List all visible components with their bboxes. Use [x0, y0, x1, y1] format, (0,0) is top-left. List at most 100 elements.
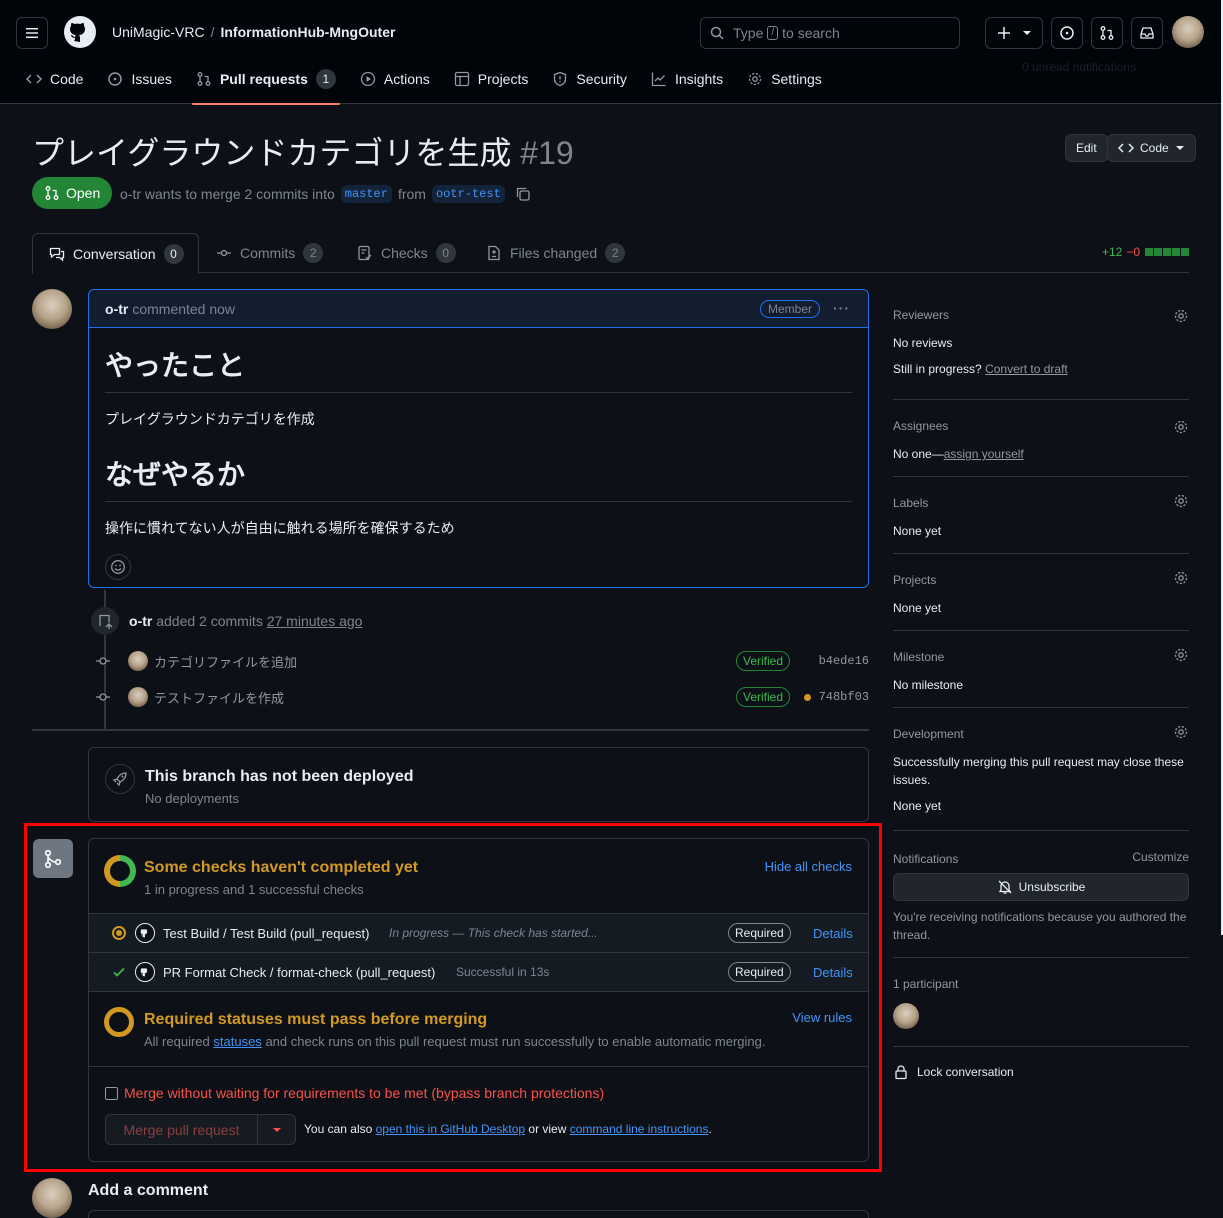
sidebar-notification-reason: You're receiving notifications because y…	[893, 908, 1189, 958]
code-dropdown-button[interactable]: Code	[1107, 134, 1196, 162]
table-icon	[454, 71, 469, 87]
sidebar-development: Development Successfully merging this pu…	[893, 719, 1189, 831]
gear-icon[interactable]	[1173, 493, 1189, 509]
gear-icon[interactable]	[1173, 308, 1189, 324]
member-badge: Member	[759, 300, 820, 318]
sidebar-assignees-heading[interactable]: Assignees	[893, 419, 1189, 433]
unsubscribe-button[interactable]: Unsubscribe	[893, 873, 1189, 901]
commit-dot-icon	[96, 654, 110, 668]
diffstat: +12 −0	[1102, 245, 1189, 259]
github-logo-icon[interactable]	[64, 16, 96, 48]
commit-message[interactable]: カテゴリファイルを追加	[154, 652, 297, 671]
tab-checks[interactable]: Checks 0	[357, 233, 456, 273]
gear-icon[interactable]	[1173, 724, 1189, 740]
customize-link[interactable]: Customize	[1132, 850, 1189, 864]
nav-tab-actions[interactable]: Actions	[350, 66, 440, 104]
menu-button[interactable]	[16, 17, 48, 49]
sidebar-notifications-header: Notifications Customize	[893, 850, 1189, 866]
tab-conversation[interactable]: Conversation 0	[32, 233, 199, 274]
commits-event-action: added 2 commits	[156, 613, 263, 629]
gear-icon[interactable]	[1173, 419, 1189, 435]
issue-icon	[1060, 26, 1074, 40]
gear-icon[interactable]	[1173, 570, 1189, 586]
triangle-down-icon	[1175, 146, 1184, 150]
assign-yourself-link[interactable]: assign yourself	[944, 447, 1024, 461]
sidebar-labels-heading[interactable]: Labels	[893, 496, 1189, 510]
sidebar-reviewers-value: No reviews	[893, 336, 953, 350]
comment-options-button[interactable]: ···	[833, 300, 850, 316]
copy-icon[interactable]	[515, 186, 531, 202]
nav-tab-code[interactable]: Code	[16, 66, 93, 104]
pr-meta-from: from	[397, 186, 426, 202]
pr-author-link[interactable]: o-tr	[120, 186, 141, 202]
nav-tab-issues[interactable]: Issues	[97, 66, 181, 104]
code-icon	[26, 74, 42, 84]
nav-tab-projects[interactable]: Projects	[444, 66, 539, 104]
tab-checks-count: 0	[435, 243, 456, 263]
user-avatar[interactable]	[1172, 16, 1204, 48]
pending-status-dot-icon[interactable]	[804, 693, 811, 701]
repo-push-icon	[91, 607, 119, 635]
pull-requests-header-button[interactable]	[1091, 17, 1123, 49]
state-label: Open	[66, 185, 101, 201]
commits-event: o-tr added 2 commits 27 minutes ago	[91, 607, 362, 635]
graph-icon	[651, 72, 666, 87]
nav-tab-security[interactable]: Security	[542, 66, 637, 104]
inbox-button[interactable]	[1131, 17, 1163, 49]
sidebar-reviewers-heading[interactable]: Reviewers	[893, 308, 1189, 322]
base-branch[interactable]: master	[340, 185, 392, 203]
commit-author-avatar[interactable]	[128, 687, 148, 707]
tab-conversation-label: Conversation	[73, 245, 156, 262]
bell-slash-icon	[998, 880, 1012, 894]
nav-tab-pull-requests[interactable]: Pull requests 1	[186, 66, 346, 105]
nav-tab-insights[interactable]: Insights	[641, 66, 733, 104]
pr-title-text: プレイグラウンドカテゴリを生成	[32, 135, 512, 171]
commit-sha[interactable]: 748bf03	[819, 690, 869, 704]
create-new-button[interactable]	[985, 17, 1043, 49]
file-diff-icon	[488, 245, 500, 261]
deployment-title: This branch has not been deployed	[145, 768, 414, 785]
rocket-icon	[105, 764, 135, 794]
pr-meta-text: wants to merge 2 commits into	[144, 186, 335, 202]
state-badge: Open	[32, 177, 113, 209]
sidebar-reviewers: Reviewers No reviews Still in progress? …	[893, 300, 1189, 400]
convert-to-draft-link[interactable]: Convert to draft	[985, 362, 1068, 376]
lock-conversation-button[interactable]: Lock conversation	[893, 1064, 1189, 1080]
pr-tabs: Conversation 0 Commits 2 Checks 0 Files …	[32, 233, 1189, 274]
comment-editor[interactable]	[88, 1210, 869, 1218]
verified-badge[interactable]: Verified	[736, 651, 791, 671]
add-reaction-button[interactable]	[105, 554, 131, 580]
verified-badge[interactable]: Verified	[736, 687, 791, 707]
issues-header-button[interactable]	[1051, 17, 1083, 49]
commit-sha[interactable]: b4ede16	[819, 654, 869, 668]
search-input[interactable]: Type / to search	[700, 17, 960, 49]
comment-author[interactable]: o-tr	[105, 301, 128, 317]
commits-event-author[interactable]: o-tr	[129, 613, 152, 629]
diff-deletions: −0	[1126, 245, 1140, 259]
gear-icon[interactable]	[1173, 647, 1189, 663]
tab-files-changed[interactable]: Files changed 2	[486, 233, 626, 273]
page-title: プレイグラウンドカテゴリを生成 #19	[32, 128, 574, 174]
commit-author-avatar[interactable]	[128, 651, 148, 671]
commits-event-time[interactable]: 27 minutes ago	[267, 613, 363, 629]
participant-avatar[interactable]	[893, 1003, 919, 1029]
tab-checks-label: Checks	[381, 245, 428, 261]
sidebar-projects-heading[interactable]: Projects	[893, 573, 1189, 587]
tab-commits[interactable]: Commits 2	[216, 233, 324, 273]
repo-owner-link[interactable]: UniMagic-VRC	[112, 24, 205, 40]
pull-request-icon	[1100, 26, 1114, 40]
sidebar-milestone-heading[interactable]: Milestone	[893, 650, 1189, 664]
code-icon	[1118, 143, 1134, 153]
code-button-label: Code	[1140, 141, 1169, 155]
search-shortcut-key: /	[767, 26, 779, 40]
head-branch[interactable]: ootr-test	[431, 185, 505, 203]
repo-name-link[interactable]: InformationHub-MngOuter	[220, 24, 395, 40]
commit-message[interactable]: テストファイルを作成	[154, 688, 284, 707]
edit-title-button[interactable]: Edit	[1065, 134, 1108, 162]
comment-author-avatar[interactable]	[32, 289, 72, 329]
nav-tab-settings[interactable]: Settings	[737, 66, 832, 104]
sidebar-labels-value: None yet	[893, 524, 942, 538]
commit-row: テストファイルを作成 Verified 748bf03	[96, 685, 869, 709]
search-icon	[710, 26, 724, 40]
sidebar-development-heading[interactable]: Development	[893, 727, 1189, 741]
